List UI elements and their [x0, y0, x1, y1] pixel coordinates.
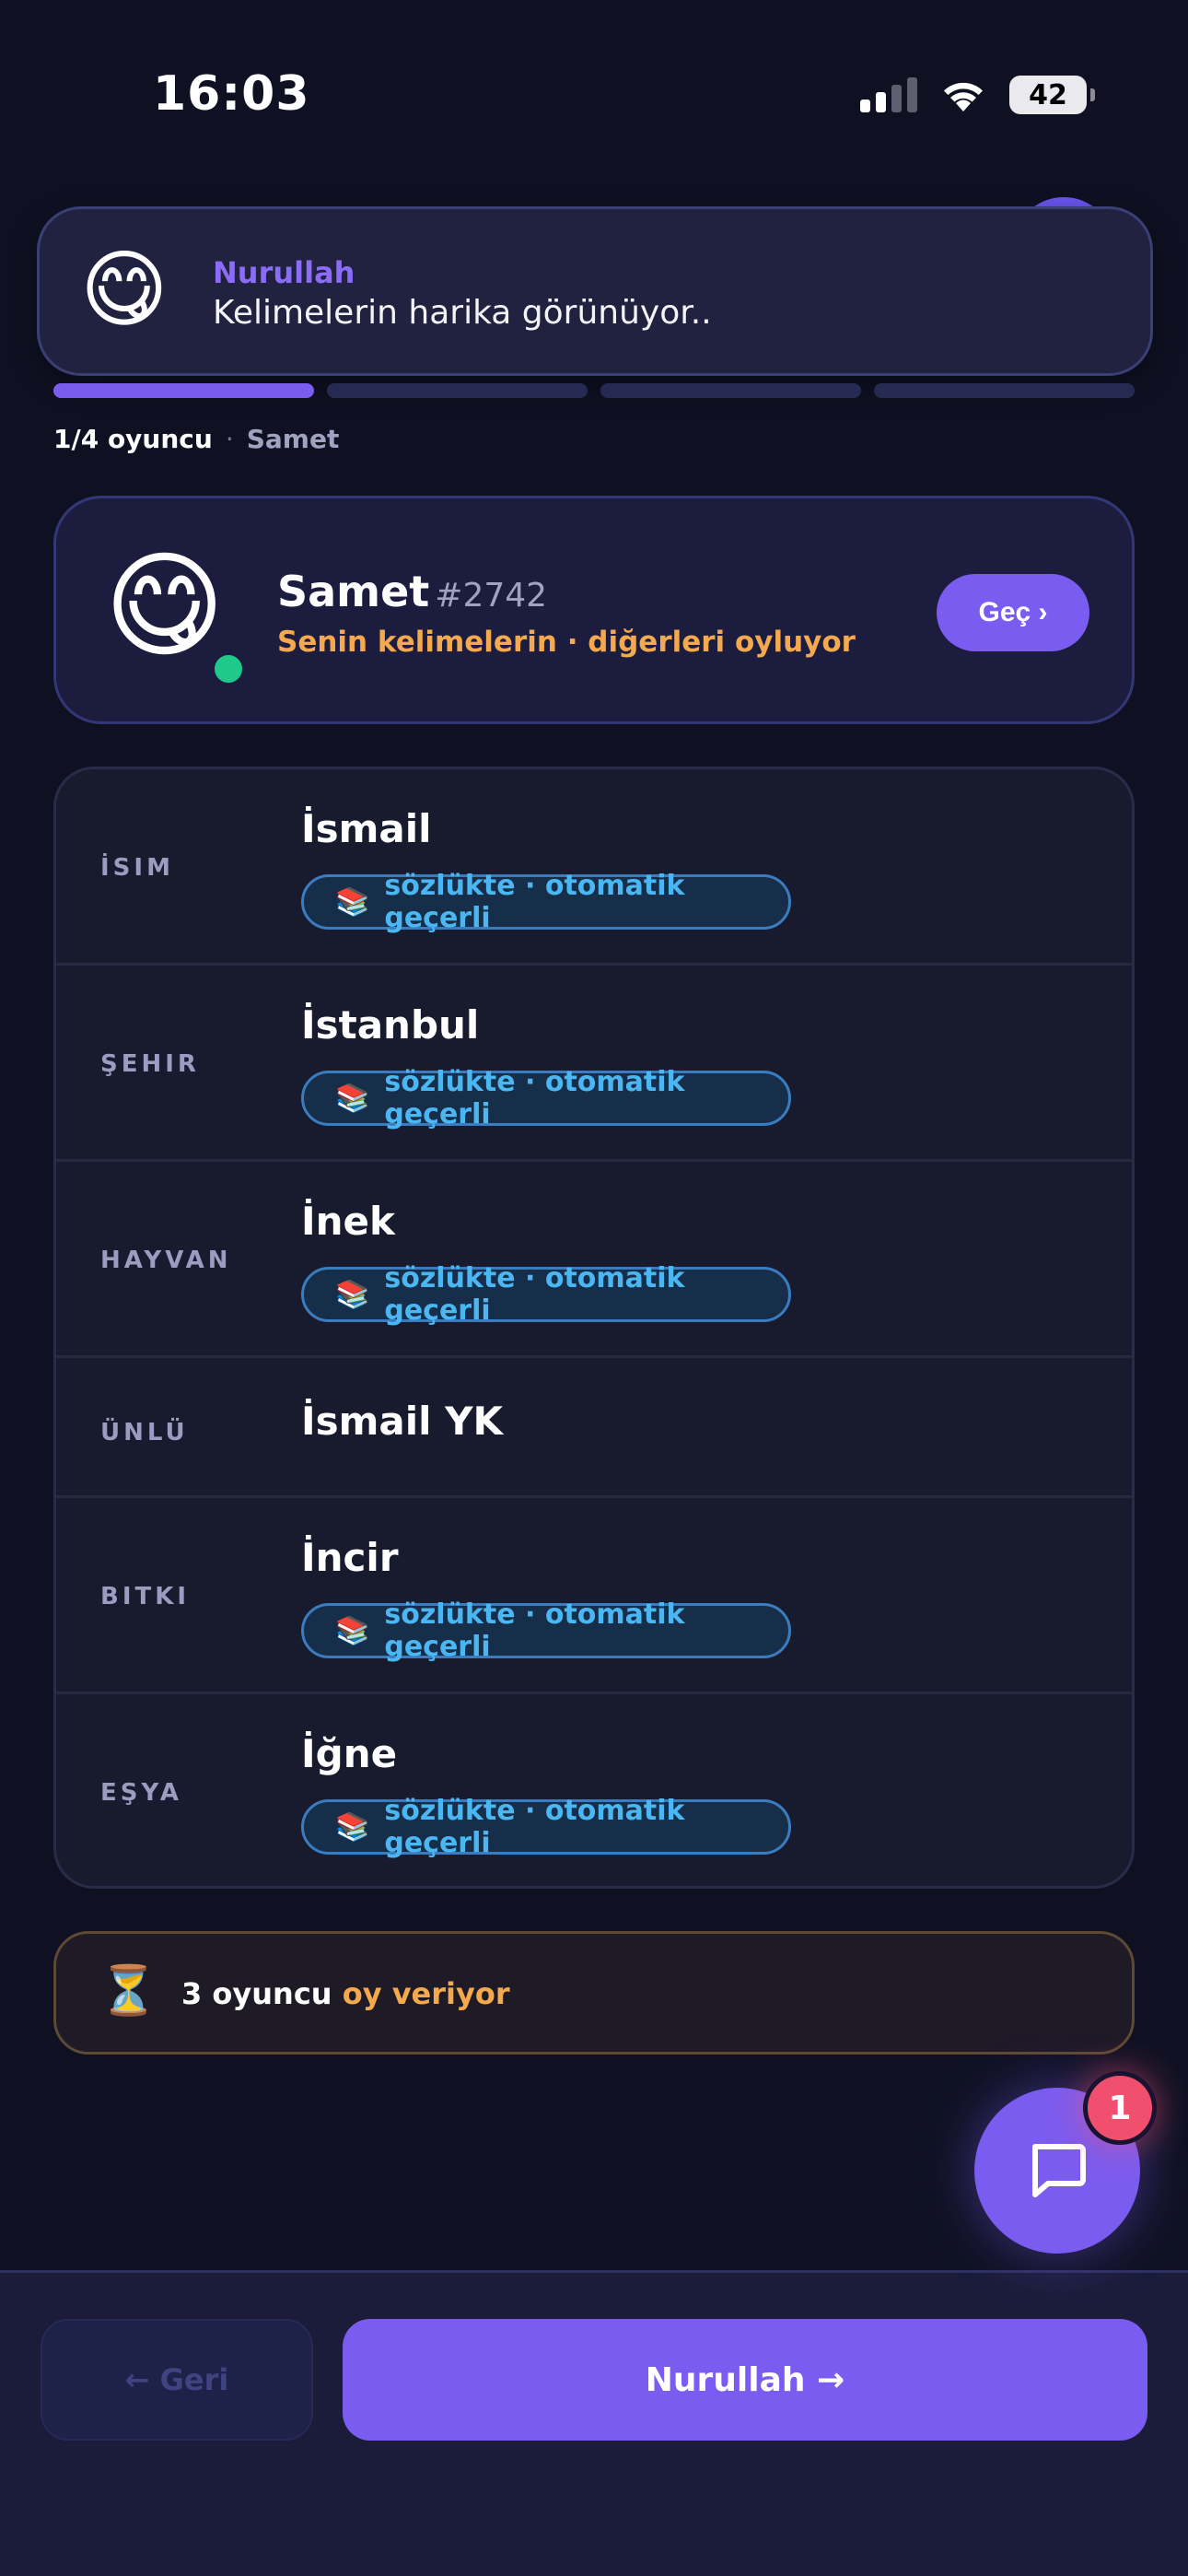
- word-row-isim: İSIM İsmail 📚 sözlükte · otomatik geçerl…: [56, 769, 1132, 966]
- player-name-text: Samet: [277, 567, 430, 616]
- cellular-signal-icon: [860, 77, 917, 112]
- dictionary-badge: 📚 sözlükte · otomatik geçerli: [301, 1598, 791, 1663]
- back-button[interactable]: ← Geri: [41, 2319, 313, 2441]
- word-value: İncir: [301, 1535, 399, 1580]
- dictionary-badge: 📚 sözlükte · otomatik geçerli: [301, 1795, 791, 1859]
- category-label: İSIM: [100, 854, 174, 882]
- hourglass-icon: ⏳: [99, 1963, 158, 2019]
- skip-button[interactable]: Geç ›: [937, 574, 1089, 651]
- word-value: İğne: [301, 1731, 398, 1776]
- badge-text: sözlükte · otomatik geçerli: [384, 1262, 685, 1327]
- word-row-esya: EŞYA İğne 📚 sözlükte · otomatik geçerli: [56, 1694, 1132, 1886]
- voting-status-banner: ⏳ 3 oyuncu oy veriyor: [53, 1931, 1135, 2055]
- badge-text: sözlükte · otomatik geçerli: [384, 1066, 685, 1130]
- chat-toast-notification[interactable]: 😋 Nurullah Kelimelerin harika görünüyor.…: [37, 206, 1153, 376]
- player-name: Samet #2742: [277, 567, 547, 616]
- word-value: İnek: [301, 1199, 395, 1244]
- bottom-navigation: ← Geri Nurullah →: [0, 2270, 1188, 2576]
- sender-emoji-avatar: 😋: [80, 240, 169, 339]
- player-count-label: 1/4 oyuncu: [53, 424, 213, 454]
- online-status-indicator: [209, 650, 248, 688]
- dictionary-badge: 📚 sözlükte · otomatik geçerli: [301, 1262, 791, 1327]
- word-row-sehir: ŞEHIR İstanbul 📚 sözlükte · otomatik geç…: [56, 966, 1132, 1162]
- category-label: ŞEHIR: [100, 1050, 200, 1078]
- word-row-bitki: BITKI İncir 📚 sözlükte · otomatik geçerl…: [56, 1498, 1132, 1694]
- badge-text: sözlükte · otomatik geçerli: [384, 870, 685, 934]
- badge-text: sözlükte · otomatik geçerli: [384, 1598, 685, 1663]
- progress-segment: [327, 383, 588, 398]
- next-player-button[interactable]: Nurullah →: [343, 2319, 1147, 2441]
- player-card: 😋 Samet #2742 Senin kelimelerin · diğerle…: [53, 496, 1135, 724]
- books-icon: 📚: [335, 885, 370, 919]
- wifi-icon: [944, 82, 983, 111]
- player-emoji-avatar: 😋: [104, 538, 226, 673]
- status-time: 16:03: [153, 66, 310, 122]
- books-icon: 📚: [335, 1278, 370, 1311]
- chat-bubble-icon: [1032, 2144, 1086, 2197]
- unread-count-badge: 1: [1083, 2071, 1157, 2145]
- category-label: EŞYA: [100, 1779, 182, 1807]
- player-status-text: Senin kelimelerin · diğerleri oyluyor: [277, 626, 856, 659]
- toast-sender-name: Nurullah: [213, 255, 355, 290]
- category-label: HAYVAN: [100, 1247, 232, 1274]
- word-value: İsmail YK: [301, 1399, 504, 1444]
- status-icons: 42: [860, 76, 1095, 114]
- player-progress-bar: [53, 383, 1135, 398]
- toast-message: Kelimelerin harika görünüyor..: [213, 294, 712, 332]
- books-icon: 📚: [335, 1614, 370, 1647]
- progress-segment: [53, 383, 314, 398]
- separator: ·: [225, 424, 234, 454]
- player-progress-text: 1/4 oyuncu · Samet: [53, 424, 339, 454]
- voter-count: 3 oyuncu: [181, 1976, 332, 2011]
- dictionary-badge: 📚 sözlükte · otomatik geçerli: [301, 870, 791, 934]
- voting-status-text: 3 oyuncu oy veriyor: [181, 1976, 510, 2011]
- word-value: İsmail: [301, 806, 432, 851]
- voting-status: oy veriyor: [342, 1976, 510, 2011]
- screen: 16:03 42 😋 Nurullah Kelimelerin harika g…: [0, 0, 1188, 2576]
- battery-icon: 42: [1009, 76, 1095, 114]
- word-row-hayvan: HAYVAN İnek 📚 sözlükte · otomatik geçerl…: [56, 1162, 1132, 1358]
- current-player-label: Samet: [246, 424, 340, 454]
- progress-segment: [874, 383, 1135, 398]
- progress-segment: [600, 383, 861, 398]
- category-label: ÜNLÜ: [100, 1419, 189, 1446]
- dictionary-badge: 📚 sözlükte · otomatik geçerli: [301, 1066, 791, 1130]
- word-list: İSIM İsmail 📚 sözlükte · otomatik geçerl…: [53, 767, 1135, 1889]
- word-row-unlu: ÜNLÜ İsmail YK: [56, 1358, 1132, 1498]
- badge-text: sözlükte · otomatik geçerli: [384, 1795, 685, 1859]
- category-label: BITKI: [100, 1583, 191, 1610]
- player-tag: #2742: [435, 577, 548, 615]
- books-icon: 📚: [335, 1810, 370, 1844]
- books-icon: 📚: [335, 1082, 370, 1115]
- word-value: İstanbul: [301, 1002, 480, 1048]
